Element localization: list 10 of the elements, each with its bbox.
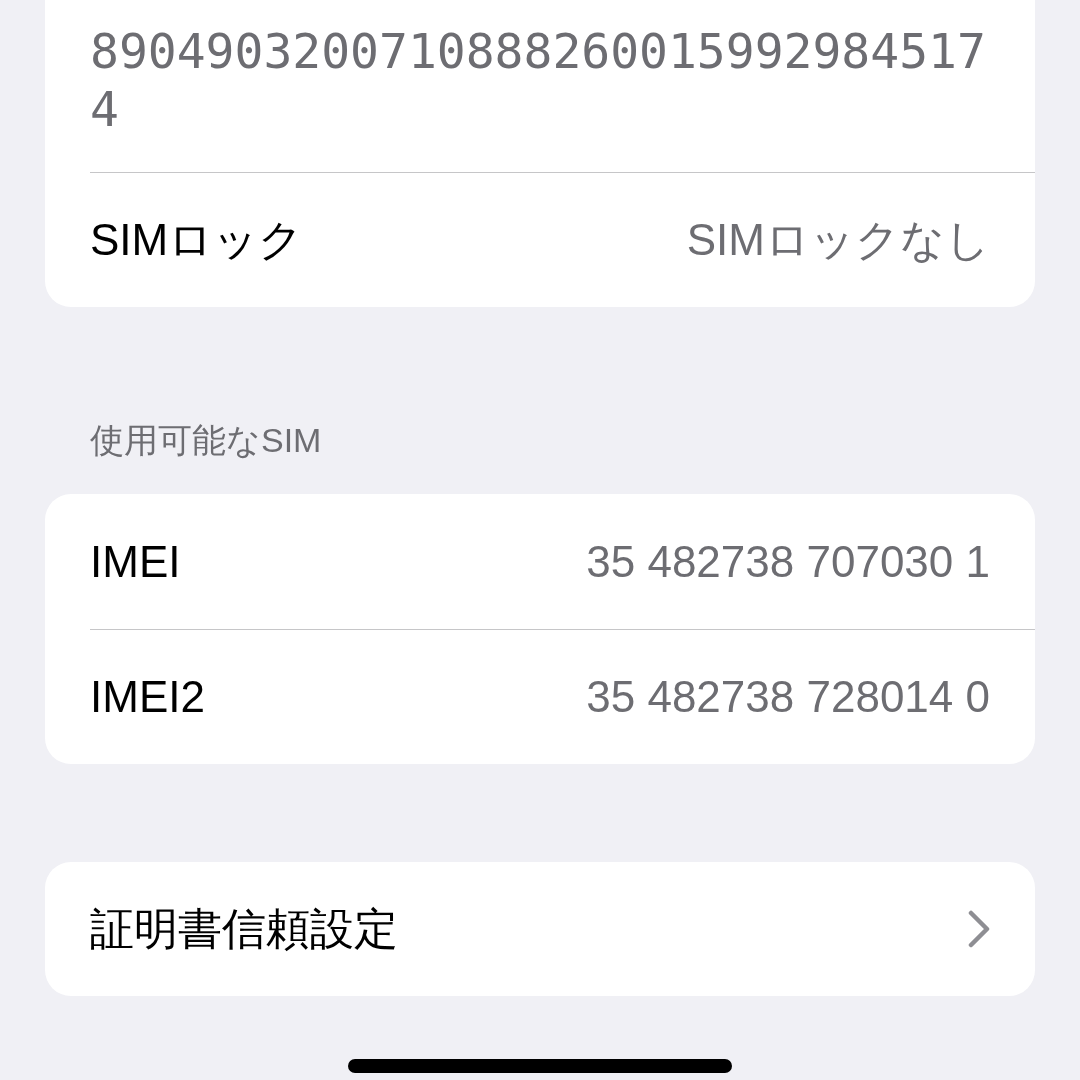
settings-link-row[interactable]: 証明書信頼設定 xyxy=(45,862,1035,996)
row-value: 35 482738 728014 0 xyxy=(586,671,990,723)
iccid-number: 89049032007108882600159929845174 xyxy=(90,22,987,138)
section-header: 使用可能なSIM xyxy=(90,421,322,459)
chevron-icon xyxy=(968,910,990,948)
row-value: 35 482738 707030 1 xyxy=(586,535,990,588)
row-label: SIMロック xyxy=(90,214,304,266)
row-label: IMEI xyxy=(90,535,181,588)
row-value: SIMロックなし xyxy=(686,214,990,266)
row-label: IMEI2 xyxy=(90,671,205,723)
